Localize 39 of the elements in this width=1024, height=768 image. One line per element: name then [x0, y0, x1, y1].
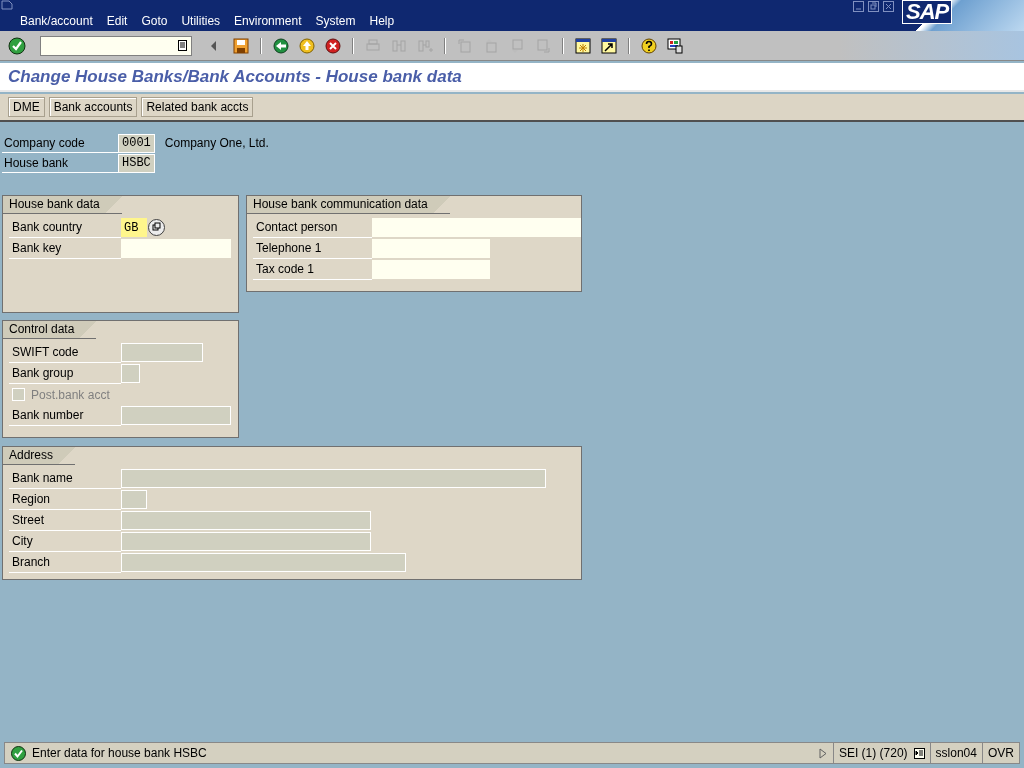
close-icon[interactable]: [883, 1, 894, 12]
command-field[interactable]: [40, 35, 192, 56]
screen-title: Change House Banks/Bank Accounts - House bank data: [8, 67, 462, 86]
value-help-icon[interactable]: [148, 219, 165, 236]
toolbar-button[interactable]: Related bank accts: [141, 97, 254, 117]
minimize-icon[interactable]: [853, 1, 864, 12]
system-menu-icon: [1, 0, 13, 10]
dropdown-list-icon[interactable]: [178, 40, 187, 51]
menu-item[interactable]: Edit: [106, 14, 135, 28]
new-window-icon[interactable]: [575, 37, 591, 54]
menu-item[interactable]: System: [315, 14, 363, 28]
group-title: Address: [3, 447, 76, 464]
input-field[interactable]: [372, 239, 490, 258]
group-title: House bank communication data: [247, 196, 450, 213]
toolbar-button[interactable]: DME: [8, 97, 45, 117]
toolbar-button[interactable]: Bank accounts: [48, 97, 138, 117]
menu-item[interactable]: Utilities: [181, 14, 228, 28]
group-title: Control data: [3, 321, 97, 338]
display-field: HSBC: [118, 153, 155, 173]
input-field[interactable]: [121, 239, 231, 258]
sap-logo: SAP: [902, 0, 953, 24]
monitor-icon[interactable]: [667, 37, 683, 54]
input-field[interactable]: [372, 218, 581, 237]
field-description: Company One, Ltd.: [164, 136, 269, 150]
cancel-icon[interactable]: [325, 37, 341, 54]
enter-check-icon[interactable]: [8, 36, 26, 55]
shortcut-icon[interactable]: [601, 37, 617, 54]
menu-item[interactable]: Environment: [234, 14, 309, 28]
input-field[interactable]: GB: [121, 218, 147, 237]
restore-icon[interactable]: [868, 1, 879, 12]
menu-item[interactable]: Bank/account: [20, 14, 100, 28]
display-field: 0001: [118, 133, 155, 153]
help-icon[interactable]: [641, 37, 657, 54]
menu-item[interactable]: Goto: [141, 14, 175, 28]
group-title: House bank data: [3, 196, 122, 213]
input-field[interactable]: [372, 260, 490, 279]
back-icon[interactable]: [273, 37, 289, 54]
menu-item[interactable]: Help: [369, 14, 402, 28]
checkbox-label: Post.bank acct: [31, 387, 110, 402]
